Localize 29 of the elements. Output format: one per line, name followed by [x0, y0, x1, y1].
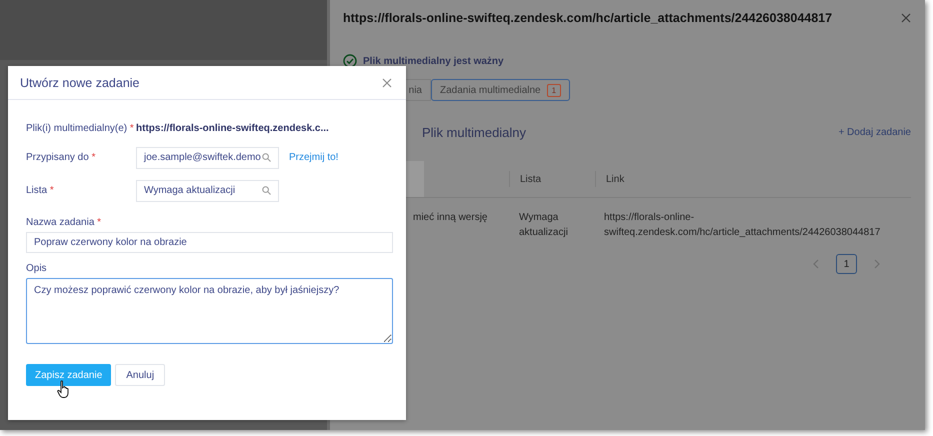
search-icon	[262, 186, 271, 195]
table-cell-text: mieć inną wersję	[413, 211, 488, 225]
cancel-button[interactable]: Anuluj	[115, 364, 166, 386]
section-title: Plik multimedialny	[422, 125, 526, 140]
drawer-title: https://florals-online-swifteq.zendesk.com/hc/article_attachments/24426038044817	[343, 11, 832, 25]
take-it-link[interactable]: Przejmij to!	[289, 152, 338, 163]
close-icon[interactable]	[901, 13, 911, 23]
table-cell-text: https://florals-online-swifteq.zendesk.com/hc/article_attachments/24426038044817	[604, 211, 882, 240]
dialog-title: Utwórz nowe zadanie	[20, 76, 140, 90]
table-cell-text: Wymaga aktualizacji	[519, 211, 569, 240]
field-label: Plik(i) multimedialny(e) *	[26, 122, 135, 134]
close-icon[interactable]	[382, 78, 392, 88]
column-header: Link	[595, 171, 624, 187]
list-field[interactable]: Wymaga aktualizacji	[136, 180, 279, 202]
hand-cursor-icon	[57, 380, 71, 399]
assignee-field[interactable]: joe.sample@swiftek.demo	[136, 146, 279, 168]
media-url: https://florals-online-swifteq.zendesk.c...	[136, 122, 329, 134]
task-name-field[interactable]: Popraw czerwony kolor na obrazie	[26, 232, 393, 253]
field-label: Opis	[26, 263, 48, 274]
field-label: Nazwa zadania *	[26, 217, 102, 228]
description-field[interactable]: Czy możesz poprawić czerwony kolor na obrazie, aby był jaśniejszy?	[26, 278, 393, 344]
count-badge: 1	[546, 84, 562, 96]
field-label: Lista *	[26, 185, 55, 196]
check-circle-icon	[343, 54, 357, 68]
field-label: Przypisany do *	[26, 152, 96, 163]
column-header: Lista	[509, 171, 595, 187]
search-icon	[262, 153, 271, 162]
page-button[interactable]: 1	[836, 254, 857, 274]
status-text: Plik multimedialny jest ważny	[363, 56, 504, 66]
